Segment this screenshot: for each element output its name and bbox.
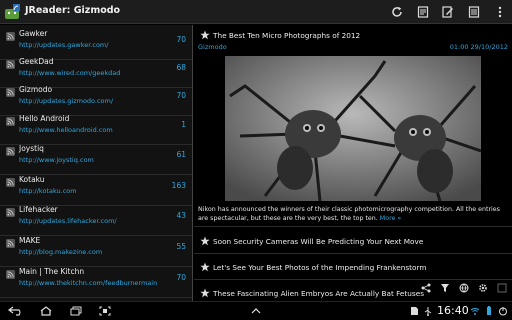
feed-item[interactable]: MAKE http://blog.makezine.com 55 [0, 232, 192, 267]
feed-url: http://www.thekitchn.com/feedburnermain [19, 279, 158, 287]
feed-url: http://blog.makezine.com [19, 248, 103, 256]
edit-list-icon[interactable] [466, 4, 482, 20]
feed-list: Gawker http://updates.gawker.com/ 70 Gee… [0, 25, 193, 301]
feed-title: Lifehacker [19, 205, 58, 214]
article-date: 01:00 29/10/2012 [449, 43, 508, 51]
usb-icon [424, 307, 432, 316]
feed-item[interactable]: Joystiq http://www.joystiq.com 61 [0, 140, 192, 175]
unread-count: 70 [176, 91, 186, 100]
chevron-up-icon[interactable] [248, 305, 264, 317]
article-title: The Best Ten Micro Photographs of 2012 [213, 31, 361, 40]
star-icon[interactable] [200, 288, 210, 298]
article-item[interactable]: Let's See Your Best Photos of the Impend… [194, 254, 512, 278]
feed-title: MAKE [19, 236, 41, 245]
star-icon[interactable] [200, 236, 210, 246]
article-summary: Nikon has announced the winners of their… [198, 205, 510, 223]
unread-count: 163 [171, 181, 186, 190]
unread-count: 61 [176, 150, 186, 159]
app-icon[interactable] [3, 3, 21, 21]
article-toolbar [420, 282, 508, 294]
feed-title: Gawker [19, 29, 48, 38]
app-title: JReader: Gizmodo [25, 5, 121, 16]
star-icon[interactable] [200, 30, 210, 40]
article-title: Let's See Your Best Photos of the Impend… [213, 263, 427, 272]
article-item[interactable]: Soon Security Cameras Will Be Predicting… [194, 228, 512, 252]
back-icon[interactable] [8, 305, 24, 317]
rss-icon [6, 270, 15, 279]
article-title: These Fascinating Alien Embryos Are Actu… [213, 289, 425, 298]
article-photo [225, 56, 481, 201]
share-icon[interactable] [420, 282, 432, 294]
action-bar: JReader: Gizmodo [0, 0, 512, 24]
feed-url: http://updates.lifehacker.com/ [19, 217, 117, 225]
recent-apps-icon[interactable] [68, 305, 84, 317]
checkbox-icon[interactable] [496, 282, 508, 294]
feed-url: http://kotaku.com [19, 187, 77, 195]
home-icon[interactable] [38, 305, 54, 317]
rss-icon [6, 32, 15, 41]
rss-icon [6, 239, 15, 248]
feed-item[interactable]: Main | The Kitchn http://www.thekitchn.c… [0, 263, 192, 298]
system-navigation-bar: 16:40 [0, 301, 512, 320]
settings-icon[interactable] [477, 282, 489, 294]
unread-count: 43 [176, 211, 186, 220]
rss-icon [6, 147, 15, 156]
rss-icon [6, 117, 15, 126]
feed-title: Kotaku [19, 175, 45, 184]
unread-count: 55 [176, 242, 186, 251]
feed-item[interactable]: Lifehacker http://updates.lifehacker.com… [0, 201, 192, 236]
feed-title: Gizmodo [19, 85, 53, 94]
feed-title: Main | The Kitchn [19, 267, 85, 276]
clock: 16:40 [437, 304, 469, 317]
overflow-menu-icon[interactable] [492, 4, 508, 20]
rss-icon [6, 60, 15, 69]
rss-icon [6, 88, 15, 97]
rss-icon [6, 178, 15, 187]
feed-url: http://updates.gawker.com/ [19, 41, 109, 49]
feed-title: GeekDad [19, 57, 54, 66]
wifi-icon [470, 308, 480, 315]
divider [194, 226, 512, 227]
unread-count: 68 [176, 63, 186, 72]
feed-url: http://www.joystiq.com [19, 156, 94, 164]
filter-icon[interactable] [439, 282, 451, 294]
rss-icon [6, 208, 15, 217]
unread-count: 70 [176, 273, 186, 282]
article-pane: The Best Ten Micro Photographs of 2012 G… [194, 25, 512, 301]
battery-icon [487, 306, 491, 315]
feed-title: Hello Android [19, 114, 70, 123]
feed-title: Joystiq [19, 144, 44, 153]
article-source[interactable]: Gizmodo [198, 43, 227, 51]
unread-count: 1 [181, 120, 186, 129]
article-title: Soon Security Cameras Will Be Predicting… [213, 237, 424, 246]
article-summary-text: Nikon has announced the winners of their… [198, 206, 500, 222]
more-link[interactable]: More » [380, 215, 401, 222]
globe-icon[interactable] [458, 282, 470, 294]
feed-url: http://www.wired.com/geekdad [19, 69, 121, 77]
sd-card-icon [411, 307, 418, 315]
unread-count: 70 [176, 35, 186, 44]
star-icon[interactable] [200, 262, 210, 272]
screenshot-icon[interactable] [97, 305, 113, 317]
mark-read-icon[interactable] [415, 4, 431, 20]
feed-url: http://updates.gizmodo.com/ [19, 97, 114, 105]
refresh-icon[interactable] [389, 4, 405, 20]
power-icon[interactable] [498, 306, 508, 316]
compose-icon[interactable] [440, 4, 456, 20]
feed-url: http://www.helloandroid.com [19, 126, 113, 134]
